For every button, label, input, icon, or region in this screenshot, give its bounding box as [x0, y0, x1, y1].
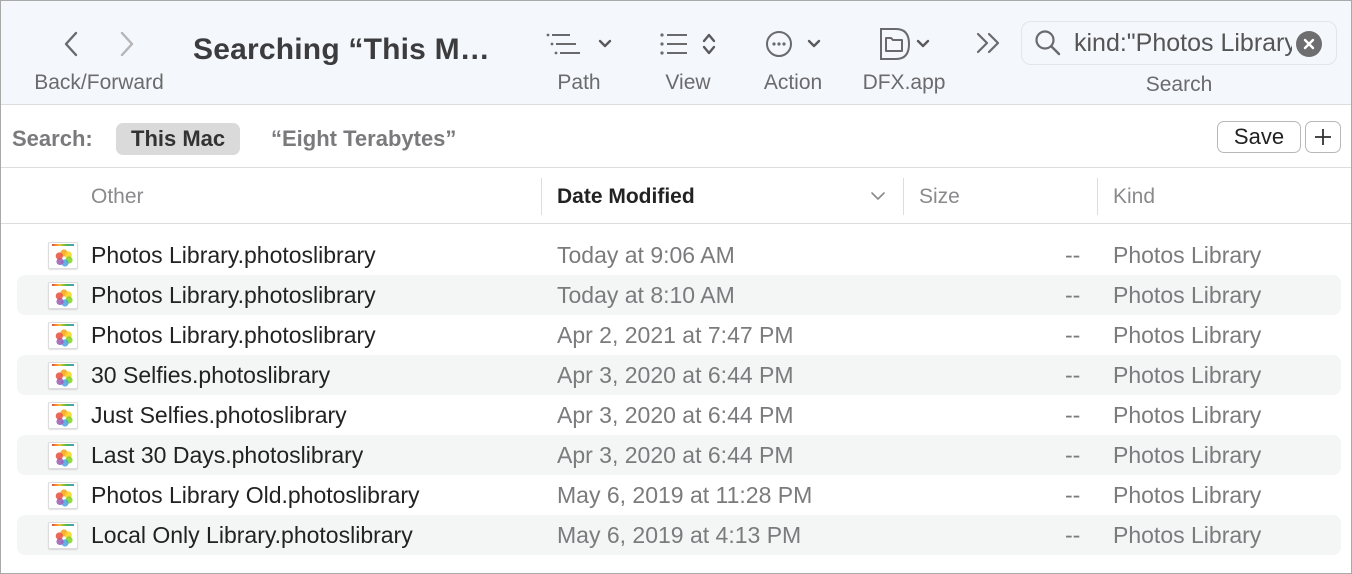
chevron-right-icon	[120, 31, 134, 57]
file-row[interactable]: Just Selfies.photoslibrary Apr 3, 2020 a…	[17, 395, 1341, 435]
action-button[interactable]: Action	[757, 1, 829, 105]
photos-library-icon	[48, 362, 78, 389]
file-row[interactable]: 30 Selfies.photoslibrary Apr 3, 2020 at …	[17, 355, 1341, 395]
file-size: --	[1065, 242, 1081, 268]
chevron-down-icon	[807, 39, 821, 48]
forward-button[interactable]	[117, 30, 137, 58]
file-name: Local Only Library.photoslibrary	[91, 522, 413, 548]
file-row[interactable]: Photos Library Old.photoslibrary May 6, …	[17, 475, 1341, 515]
file-row[interactable]: Photos Library.photoslibrary Today at 8:…	[17, 275, 1341, 315]
file-name: Photos Library.photoslibrary	[91, 282, 376, 308]
view-button[interactable]: View	[655, 1, 721, 105]
file-name: Just Selfies.photoslibrary	[91, 402, 347, 428]
search-scope-bar: Search: This Mac “Eight Terabytes” Save	[1, 106, 1351, 168]
ellipsis-circle-icon	[766, 31, 792, 57]
file-name: 30 Selfies.photoslibrary	[91, 362, 331, 388]
file-size: --	[1065, 442, 1081, 468]
photos-library-icon	[48, 242, 78, 269]
file-size: --	[1065, 482, 1081, 508]
file-date-modified: Apr 3, 2020 at 6:44 PM	[557, 402, 794, 428]
view-label: View	[665, 71, 711, 94]
photos-library-icon	[48, 482, 78, 509]
file-size: --	[1065, 522, 1081, 548]
file-row[interactable]: Last 30 Days.photoslibrary Apr 3, 2020 a…	[17, 435, 1341, 475]
file-name: Photos Library.photoslibrary	[91, 242, 376, 268]
photos-library-icon	[48, 522, 78, 549]
file-size: --	[1065, 402, 1081, 428]
dfx-app-label: DFX.app	[862, 71, 946, 94]
search-label: Search	[1145, 73, 1213, 96]
column-header-date-modified[interactable]: Date Modified	[557, 169, 695, 224]
column-header-kind[interactable]: Kind	[1113, 169, 1155, 224]
sort-descending-icon	[871, 192, 885, 200]
file-date-modified: May 6, 2019 at 11:28 PM	[557, 482, 813, 508]
file-size: --	[1065, 322, 1081, 348]
add-criteria-button[interactable]	[1305, 121, 1341, 153]
column-header-name[interactable]: Other	[91, 169, 144, 224]
photos-library-icon	[48, 442, 78, 469]
back-button[interactable]	[61, 30, 81, 58]
back-forward-label: Back/Forward	[34, 71, 164, 94]
plus-icon	[1315, 129, 1331, 145]
column-divider[interactable]	[903, 178, 904, 215]
column-divider[interactable]	[1097, 178, 1098, 215]
file-kind: Photos Library	[1113, 442, 1262, 468]
column-header-row: Other Date Modified Size Kind	[1, 169, 1351, 224]
dfx-app-button[interactable]: DFX.app	[857, 1, 951, 105]
file-date-modified: Apr 3, 2020 at 6:44 PM	[557, 362, 794, 388]
photos-library-icon	[48, 402, 78, 429]
toolbar-overflow-button[interactable]	[975, 31, 1003, 55]
clear-search-button[interactable]	[1296, 31, 1322, 57]
toolbar: Back/Forward Searching “This M… Path Vie…	[1, 1, 1351, 105]
scope-eight-terabytes[interactable]: “Eight Terabytes”	[271, 126, 456, 152]
file-date-modified: Today at 9:06 AM	[557, 242, 735, 268]
file-kind: Photos Library	[1113, 362, 1262, 388]
clear-x-icon	[1303, 38, 1315, 50]
list-view-icon	[660, 33, 687, 55]
save-search-button[interactable]: Save	[1217, 121, 1301, 153]
file-size: --	[1065, 362, 1081, 388]
double-chevron-right-icon	[976, 32, 1000, 54]
search-field[interactable]	[1021, 21, 1337, 65]
file-kind: Photos Library	[1113, 482, 1262, 508]
back-forward-group: Back/Forward	[27, 1, 171, 105]
path-list-icon	[546, 33, 580, 55]
chevron-down-icon	[598, 39, 612, 48]
column-header-size[interactable]: Size	[919, 169, 960, 224]
file-size: --	[1065, 282, 1081, 308]
file-kind: Photos Library	[1113, 282, 1262, 308]
file-name: Photos Library Old.photoslibrary	[91, 482, 420, 508]
window-title: Searching “This M…	[193, 33, 490, 66]
file-kind: Photos Library	[1113, 242, 1262, 268]
chevron-down-icon	[916, 39, 930, 48]
file-kind: Photos Library	[1113, 522, 1262, 548]
chevron-left-icon	[64, 31, 78, 57]
scope-label: Search:	[12, 126, 93, 151]
file-date-modified: Apr 2, 2021 at 7:47 PM	[557, 322, 794, 348]
file-name: Photos Library.photoslibrary	[91, 322, 376, 348]
magnifier-icon	[1035, 30, 1061, 56]
file-date-modified: Apr 3, 2020 at 6:44 PM	[557, 442, 794, 468]
path-button[interactable]: Path	[541, 1, 617, 105]
dfx-app-icon	[880, 28, 911, 60]
file-date-modified: Today at 8:10 AM	[557, 282, 735, 308]
up-down-chevron-icon	[702, 33, 716, 55]
file-row[interactable]: Photos Library.photoslibrary Today at 9:…	[17, 235, 1341, 275]
file-kind: Photos Library	[1113, 402, 1262, 428]
photos-library-icon	[48, 322, 78, 349]
finder-window: Back/Forward Searching “This M… Path Vie…	[0, 0, 1352, 574]
file-date-modified: May 6, 2019 at 4:13 PM	[557, 522, 802, 548]
scope-this-mac[interactable]: This Mac	[116, 123, 241, 155]
photos-library-icon	[48, 282, 78, 309]
search-input[interactable]	[1074, 28, 1292, 58]
path-label: Path	[557, 71, 601, 94]
file-row[interactable]: Local Only Library.photoslibrary May 6, …	[17, 515, 1341, 555]
action-label: Action	[763, 71, 823, 94]
column-divider[interactable]	[541, 178, 542, 215]
file-row[interactable]: Photos Library.photoslibrary Apr 2, 2021…	[17, 315, 1341, 355]
file-name: Last 30 Days.photoslibrary	[91, 442, 364, 468]
file-kind: Photos Library	[1113, 322, 1262, 348]
